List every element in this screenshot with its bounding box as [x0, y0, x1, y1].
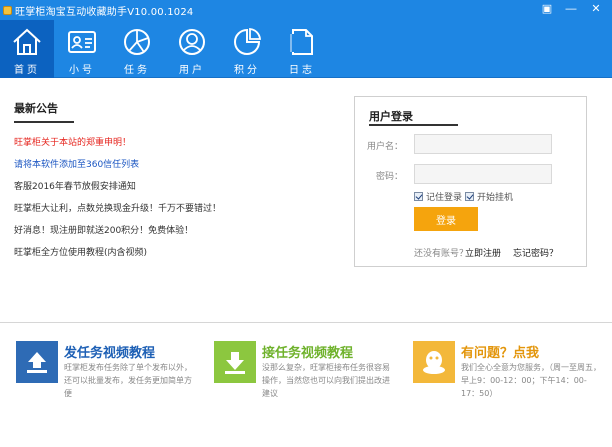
promo-title: 接任务视频教程: [262, 346, 354, 361]
announcements-heading: 最新公告: [14, 102, 58, 115]
password-field[interactable]: [414, 164, 552, 184]
app-logo-icon: [3, 5, 12, 15]
download-icon: [214, 341, 256, 383]
id-card-icon: [64, 25, 100, 59]
nav-label: 首页: [14, 65, 40, 76]
username-label: 用户名：: [366, 142, 403, 152]
remember-login-checkbox[interactable]: 记住登录: [414, 190, 462, 203]
checkbox-checked-icon: [465, 192, 474, 201]
main-nav: 首页 小号 任务 用户 积分 日志: [0, 20, 612, 78]
announcement-link[interactable]: 客服2016年春节放假安排通知: [14, 181, 334, 203]
minimize-button[interactable]: —: [560, 2, 582, 17]
nav-item-accounts[interactable]: 小号: [55, 20, 109, 78]
home-icon: [9, 25, 45, 59]
announcement-link[interactable]: 好消息！现注册即就送200积分！免费体验！: [14, 225, 334, 247]
nav-item-users[interactable]: 用户: [165, 20, 219, 78]
no-account-text: 还没有账号？: [414, 249, 469, 259]
pie-chart-icon: [119, 25, 155, 59]
login-heading: 用户登录: [369, 110, 413, 123]
nav-label: 小号: [69, 65, 95, 76]
username-field[interactable]: [414, 134, 552, 154]
post-task-tutorial-card[interactable]: 发任务视频教程 旺掌柜发布任务除了单个发布以外，还可以批量发布，发任务更加简单方…: [16, 341, 201, 411]
nav-label: 积分: [234, 65, 260, 76]
window-controls: ▣ — ✕: [536, 2, 608, 17]
nav-item-home[interactable]: 首页: [0, 20, 54, 78]
promo-description: 我们全心全意为您服务，（周一至周五，早上9：00-12：00；下午14：00-1…: [461, 363, 601, 398]
window-title: 旺掌柜淘宝互动收藏助手V10.00.1024: [15, 6, 194, 18]
promo-title: 有问题？点我: [461, 346, 540, 361]
auto-start-checkbox[interactable]: 开始挂机: [465, 190, 513, 203]
heading-underline: [369, 124, 458, 126]
donut-chart-icon: [229, 25, 265, 59]
login-button[interactable]: 登录: [414, 207, 478, 231]
promo-description: 旺掌柜发布任务除了单个发布以外，还可以批量发布，发任务更加简单方便: [64, 363, 192, 398]
user-icon: [174, 25, 210, 59]
help-contact-card[interactable]: 有问题？点我 我们全心全意为您服务，（周一至周五，早上9：00-12：00；下午…: [413, 341, 603, 411]
announcements-panel: 最新公告 旺掌柜关于本站的郑重申明！ 请将本软件添加至360信任列表 客服201…: [14, 100, 334, 269]
announcement-link[interactable]: 请将本软件添加至360信任列表: [14, 159, 334, 181]
upload-icon: [16, 341, 58, 383]
announcement-link[interactable]: 旺掌柜大让利，点数兑换现金升级！千万不要错过！: [14, 203, 334, 225]
document-icon: [284, 25, 320, 59]
checkbox-checked-icon: [414, 192, 423, 201]
section-divider: [0, 322, 612, 323]
password-label: 密码：: [375, 172, 403, 182]
promo-description: 没那么复杂，旺掌柜接布任务很容易操作，当然您也可以向我们提出改进建议: [262, 363, 390, 398]
heading-underline: [14, 121, 74, 123]
announcement-link[interactable]: 旺掌柜关于本站的郑重申明！: [14, 137, 334, 159]
auto-start-label: 开始挂机: [477, 193, 514, 203]
register-link[interactable]: 立即注册: [465, 246, 501, 259]
forgot-password-link[interactable]: 忘记密码？: [513, 246, 558, 259]
nav-label: 任务: [124, 65, 150, 76]
nav-label: 用户: [179, 65, 205, 76]
announcement-link[interactable]: 旺掌柜全方位使用教程(内含视频): [14, 247, 334, 269]
skin-button[interactable]: ▣: [536, 2, 558, 17]
announcement-list: 旺掌柜关于本站的郑重申明！ 请将本软件添加至360信任列表 客服2016年春节放…: [14, 137, 334, 269]
nav-label: 日志: [289, 65, 315, 76]
login-panel: 用户登录 用户名： 密码： 记住登录 开始挂机 登录 还没有账号？ 立即注册 忘…: [354, 96, 587, 267]
remember-login-label: 记住登录: [426, 193, 463, 203]
nav-item-points[interactable]: 积分: [220, 20, 274, 78]
title-bar: 旺掌柜淘宝互动收藏助手V10.00.1024 ▣ — ✕: [0, 0, 612, 20]
accept-task-tutorial-card[interactable]: 接任务视频教程 没那么复杂，旺掌柜接布任务很容易操作，当然您也可以向我们提出改进…: [214, 341, 399, 411]
close-button[interactable]: ✕: [584, 2, 608, 17]
promo-title: 发任务视频教程: [64, 346, 156, 361]
chat-penguin-icon: [413, 341, 455, 383]
nav-item-tasks[interactable]: 任务: [110, 20, 164, 78]
nav-item-logs[interactable]: 日志: [275, 20, 329, 78]
